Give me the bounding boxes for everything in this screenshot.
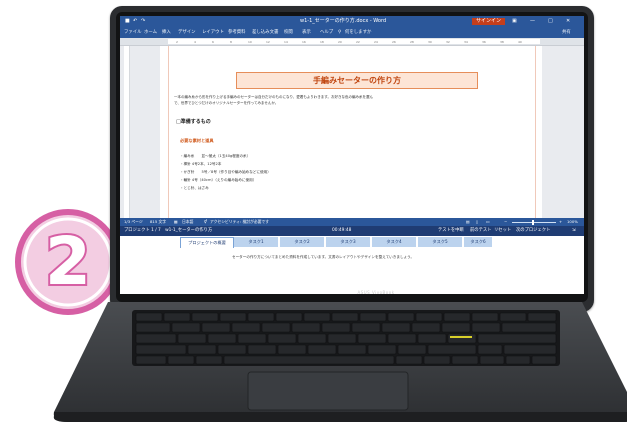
ruler-tick: 16 bbox=[302, 40, 306, 44]
tab-task-5[interactable]: タスク5 bbox=[418, 237, 462, 247]
timer: 00:49:48 bbox=[332, 228, 352, 233]
tab-mailings[interactable]: 差し込み文書 bbox=[252, 27, 278, 38]
step-number: 2 bbox=[45, 223, 91, 300]
print-layout-icon[interactable]: ▯ bbox=[476, 218, 478, 226]
word-status-bar: 1/3 ページ 815 文字 ▦ 日本語 ⚥ アクセシビリティ: 検討が必要です… bbox=[120, 218, 584, 226]
zoom-slider[interactable] bbox=[512, 221, 556, 223]
laptop-base bbox=[53, 302, 627, 422]
ruler-tick: 18 bbox=[320, 40, 324, 44]
material-item[interactable]: ・棒針 4号2本、12号2本 bbox=[180, 160, 221, 168]
pause-test-button[interactable]: テストを中断 bbox=[438, 226, 464, 236]
accessibility-status[interactable]: アクセシビリティ: 検討が必要です bbox=[210, 218, 269, 226]
accessibility-icon: ⚥ bbox=[204, 219, 208, 224]
next-project-button[interactable]: 次のプロジェクト bbox=[516, 226, 550, 236]
enter-key-accent bbox=[450, 336, 472, 338]
ruler-tick: 34 bbox=[464, 40, 468, 44]
close-icon[interactable]: ✕ bbox=[566, 16, 570, 27]
tab-layout[interactable]: レイアウト bbox=[202, 27, 224, 38]
language[interactable]: 日本語 bbox=[182, 218, 193, 226]
web-layout-icon[interactable]: ▭ bbox=[486, 218, 490, 226]
ribbon-tabs: ファイル ホーム 挿入 デザイン レイアウト 参考資料 差し込み文書 校閲 表示… bbox=[120, 27, 584, 38]
tab-file[interactable]: ファイル bbox=[124, 27, 142, 38]
window-title: w1-1_セーターの作り方.docx - Word bbox=[300, 18, 387, 24]
maximize-icon[interactable]: □ bbox=[548, 16, 553, 27]
exam-panel-bar: プロジェクト 1 / 7 w1-1_セーターの作り方 00:49:48 テストを… bbox=[120, 226, 584, 236]
word-count[interactable]: 815 文字 bbox=[150, 218, 166, 226]
proofing-icon[interactable]: ▦ bbox=[174, 218, 178, 226]
previous-test-button[interactable]: 前のテスト bbox=[470, 226, 491, 236]
share-button[interactable]: 共有 bbox=[562, 27, 571, 38]
material-item[interactable]: ・輪針 4号（40cm）（えりの編み始めに使用） bbox=[180, 176, 256, 184]
ruler-tick: 8 bbox=[230, 40, 232, 44]
ruler-tick: 28 bbox=[410, 40, 414, 44]
material-item[interactable]: ・とじ針、はさみ bbox=[180, 184, 209, 192]
tell-me-search[interactable]: 何をしますか bbox=[345, 27, 371, 38]
lightbulb-icon: ⚲ bbox=[338, 30, 342, 35]
material-item[interactable]: ・かぎ針 5号／8号（作り目や編み始めなどに使用） bbox=[180, 168, 271, 176]
keyboard[interactable] bbox=[132, 310, 560, 366]
tab-home[interactable]: ホーム bbox=[144, 27, 157, 38]
laptop-screen: ■ ↶ ↷ w1-1_セーターの作り方.docx - Word サインイン ▣ … bbox=[120, 16, 584, 294]
project-description: セーターの作り方についてまとめた資料を作成しています。文書のレイアウトやデザイン… bbox=[232, 255, 415, 259]
ruler-tick: 24 bbox=[374, 40, 378, 44]
ruler-tick: 2 bbox=[176, 40, 178, 44]
ruler-track: 2 4 6 8 10 12 14 16 18 20 22 24 26 28 30… bbox=[168, 39, 540, 44]
ruler-tick: 36 bbox=[482, 40, 486, 44]
focus-mode-icon[interactable]: ▤ bbox=[466, 218, 470, 226]
redo-icon[interactable]: ↷ bbox=[141, 16, 145, 27]
laptop-brand-label: ASUS VivoBook bbox=[357, 290, 395, 295]
zoom-level[interactable]: 100% bbox=[567, 218, 578, 226]
tab-insert[interactable]: 挿入 bbox=[162, 27, 171, 38]
tab-view[interactable]: 表示 bbox=[302, 27, 311, 38]
exam-task-tabs: プロジェクトの概要 タスク1 タスク2 タスク3 タスク4 タスク5 タスク6 bbox=[180, 237, 492, 248]
tab-task-2[interactable]: タスク2 bbox=[280, 237, 324, 247]
tab-project-overview[interactable]: プロジェクトの概要 bbox=[180, 237, 234, 248]
word-title-bar: ■ ↶ ↷ w1-1_セーターの作り方.docx - Word サインイン ▣ … bbox=[120, 16, 584, 27]
zoom-out-icon[interactable]: − bbox=[504, 218, 507, 226]
intro-line-2[interactable]: で、世界でひとつだけのオリジナルセーターを作ってみませんか。 bbox=[174, 100, 278, 106]
zoom-in-icon[interactable]: + bbox=[559, 218, 562, 226]
exam-panel: プロジェクト 1 / 7 w1-1_セーターの作り方 00:49:48 テストを… bbox=[120, 226, 584, 294]
ruler-tick: 38 bbox=[500, 40, 504, 44]
minimize-icon[interactable]: — bbox=[530, 16, 535, 27]
laptop-lid: ■ ↶ ↷ w1-1_セーターの作り方.docx - Word サインイン ▣ … bbox=[110, 6, 594, 312]
material-item[interactable]: ・編み糸 並～極太（1玉40g程度の糸） bbox=[180, 152, 250, 160]
heading-materials[interactable]: 必要な素材と道具 bbox=[180, 138, 214, 144]
ruler-tick: 4 bbox=[194, 40, 196, 44]
ruler-tick: 32 bbox=[446, 40, 450, 44]
vertical-ruler bbox=[124, 46, 130, 218]
ruler-tick: 20 bbox=[338, 40, 342, 44]
page-count[interactable]: 1/3 ページ bbox=[124, 218, 143, 226]
ruler-tick: 12 bbox=[266, 40, 270, 44]
project-label: プロジェクト 1 / 7 w1-1_セーターの作り方 bbox=[124, 228, 213, 233]
tab-references[interactable]: 参考資料 bbox=[228, 27, 246, 38]
document-title[interactable]: 手編みセーターの作り方 bbox=[236, 72, 478, 89]
heading-prepare[interactable]: □準備するもの bbox=[176, 118, 211, 125]
undo-icon[interactable]: ↶ bbox=[133, 16, 137, 27]
tab-design[interactable]: デザイン bbox=[178, 27, 196, 38]
ruler-tick: 26 bbox=[392, 40, 396, 44]
ruler-tick: 30 bbox=[428, 40, 432, 44]
ruler-tick: 14 bbox=[284, 40, 288, 44]
tab-task-1[interactable]: タスク1 bbox=[234, 237, 278, 247]
ruler-tick: 40 bbox=[518, 40, 522, 44]
tab-review[interactable]: 校閲 bbox=[284, 27, 293, 38]
tab-task-6[interactable]: タスク6 bbox=[464, 237, 492, 247]
screen-bezel: ■ ↶ ↷ w1-1_セーターの作り方.docx - Word サインイン ▣ … bbox=[116, 12, 588, 302]
tab-task-3[interactable]: タスク3 bbox=[326, 237, 370, 247]
tab-help[interactable]: ヘルプ bbox=[320, 27, 333, 38]
signin-button[interactable]: サインイン bbox=[472, 18, 506, 25]
reset-button[interactable]: リセット bbox=[494, 226, 511, 236]
ruler-tick: 22 bbox=[356, 40, 360, 44]
ruler-tick: 6 bbox=[212, 40, 214, 44]
tab-task-4[interactable]: タスク4 bbox=[372, 237, 416, 247]
ribbon-display-icon[interactable]: ▣ bbox=[512, 16, 517, 27]
expand-panel-icon[interactable]: ⇲ bbox=[572, 226, 576, 236]
horizontal-ruler: 2 4 6 8 10 12 14 16 18 20 22 24 26 28 30… bbox=[120, 38, 584, 46]
touchpad[interactable] bbox=[247, 371, 409, 411]
ruler-tick: 10 bbox=[248, 40, 252, 44]
save-icon[interactable]: ■ bbox=[125, 16, 130, 27]
document-page[interactable]: 手編みセーターの作り方 一本の編み糸から形を作り上げる手編みのセーターは自分だけ… bbox=[160, 46, 542, 218]
zoom-slider-thumb[interactable] bbox=[532, 219, 534, 225]
